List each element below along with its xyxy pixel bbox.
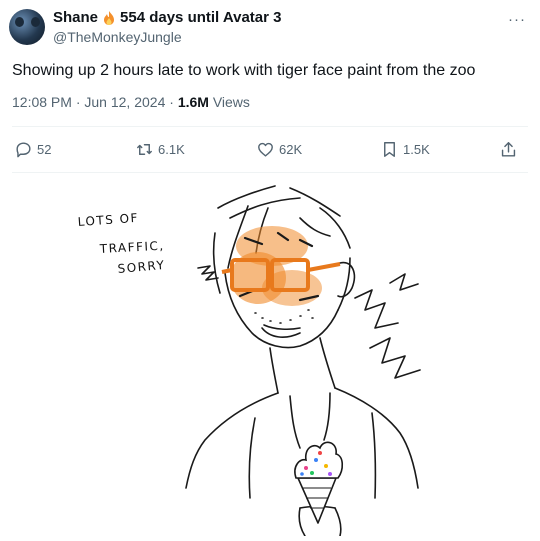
share-icon xyxy=(501,142,516,157)
meta-separator: · xyxy=(169,94,174,110)
views-label: Views xyxy=(212,94,250,110)
tweet-meta: 12:08 PM · Jun 12, 2024 · 1.6M Views xyxy=(12,94,250,110)
author-handle[interactable]: @TheMonkeyJungle xyxy=(53,29,182,45)
meta-separator: · xyxy=(75,94,81,110)
share-button[interactable] xyxy=(499,140,518,159)
views-count: 1.6M xyxy=(177,94,209,110)
like-icon xyxy=(258,142,273,157)
avatar[interactable] xyxy=(9,9,45,45)
like-count: 62K xyxy=(279,142,303,157)
tweet-image[interactable]: LOTS OF TRAFFIC, SORRY xyxy=(0,178,540,537)
repost-icon xyxy=(137,144,152,155)
divider-top xyxy=(12,126,528,127)
bookmark-count: 1.5K xyxy=(403,142,430,157)
reply-button[interactable]: 52 xyxy=(14,140,51,159)
action-bar: 52 6.1K 62K 1.5K xyxy=(0,140,540,162)
tweet-date[interactable]: Jun 12, 2024 xyxy=(84,94,165,110)
more-icon[interactable]: ··· xyxy=(508,11,526,28)
repost-count: 6.1K xyxy=(158,142,185,157)
bookmark-button[interactable]: 1.5K xyxy=(380,140,430,159)
caption-line-2: TRAFFIC, xyxy=(98,239,165,256)
flame-emoji-icon xyxy=(101,10,117,26)
caption-line-3: SORRY xyxy=(117,258,166,276)
reply-icon xyxy=(16,142,31,158)
author-name-line[interactable]: Shane 554 days until Avatar 3 xyxy=(53,9,281,26)
caption-line-1: LOTS OF xyxy=(77,211,139,229)
reply-count: 52 xyxy=(37,142,52,157)
ice-cream-cone xyxy=(294,441,344,524)
divider-bottom xyxy=(12,172,528,173)
author-status: 554 days until Avatar 3 xyxy=(120,9,282,26)
tweet-text: Showing up 2 hours late to work with tig… xyxy=(12,62,476,79)
like-button[interactable]: 62K xyxy=(256,140,302,159)
bookmark-icon xyxy=(384,142,395,157)
tweet-time[interactable]: 12:08 PM xyxy=(12,94,72,110)
sketch-illustration: LOTS OF TRAFFIC, SORRY xyxy=(77,185,421,537)
tweet-header: Shane 554 days until Avatar 3 @TheMonkey… xyxy=(0,0,540,52)
author-name[interactable]: Shane xyxy=(53,9,98,26)
repost-button[interactable]: 6.1K xyxy=(135,140,185,159)
